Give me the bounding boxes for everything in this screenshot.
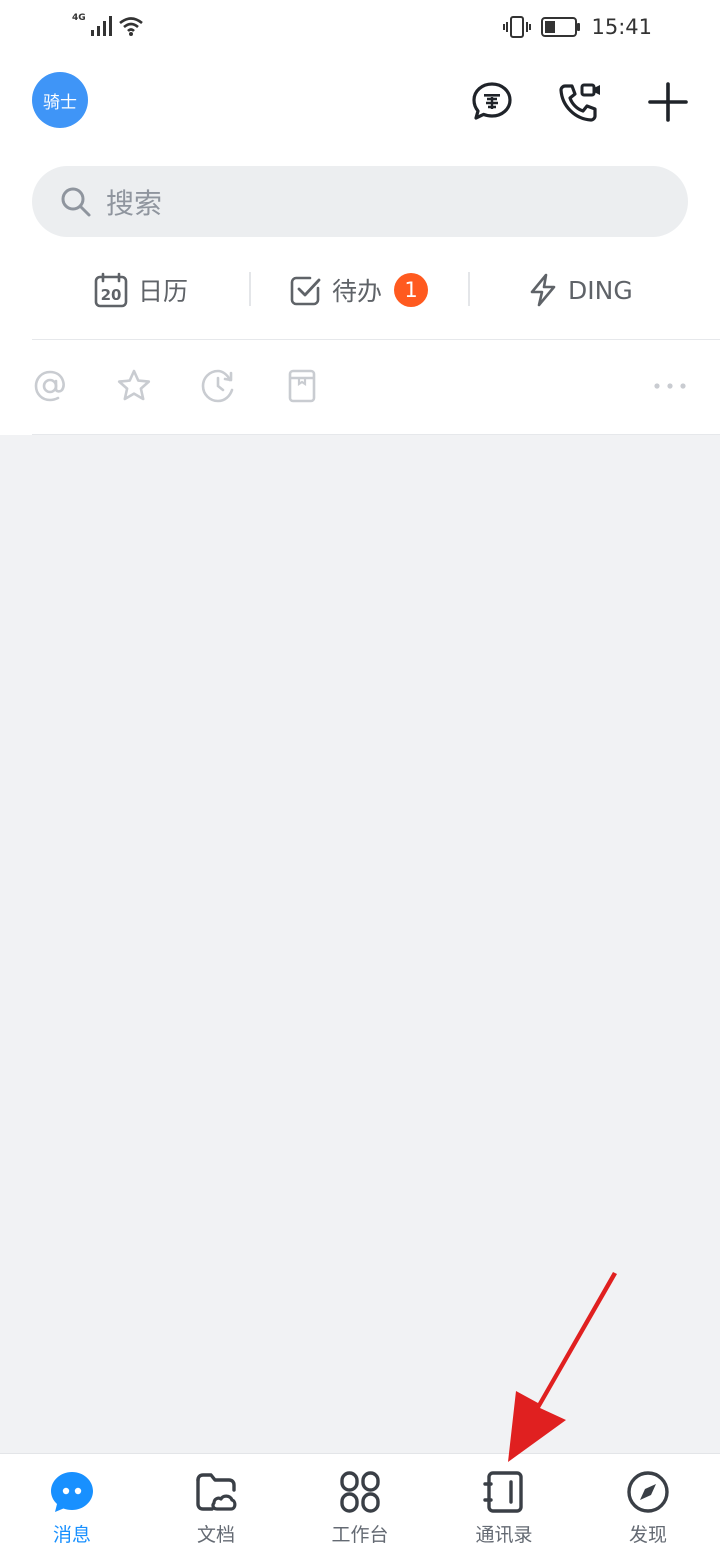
separator: [32, 434, 720, 435]
tab-workbench-label: 工作台: [331, 1524, 389, 1546]
divider: [249, 272, 251, 306]
clock-icon[interactable]: [200, 368, 236, 404]
status-left: 4G: [72, 12, 144, 40]
more-icon[interactable]: [652, 368, 688, 404]
network-type: 4G: [72, 13, 86, 23]
tab-workbench[interactable]: 工作台: [288, 1454, 432, 1561]
vibrate-icon: [503, 16, 532, 38]
calendar-icon: 20: [94, 272, 128, 308]
todo-label: 待办: [332, 277, 383, 306]
tab-docs[interactable]: 文档: [144, 1454, 288, 1561]
calendar-date: 20: [101, 286, 122, 304]
calendar-label: 日历: [138, 277, 189, 306]
tab-messages-label: 消息: [52, 1524, 91, 1546]
secret-chat-icon[interactable]: [468, 78, 516, 126]
signal-icon: [90, 16, 112, 36]
star-icon[interactable]: [116, 368, 152, 404]
calendar-button[interactable]: 20 日历: [94, 258, 188, 322]
ding-button[interactable]: DING: [528, 258, 633, 322]
video-call-icon[interactable]: [556, 78, 604, 126]
compass-icon: [626, 1470, 670, 1514]
separator: [32, 339, 720, 340]
at-icon[interactable]: [32, 368, 68, 404]
tab-discover-label: 发现: [628, 1524, 667, 1546]
status-bar: 4G 15:41: [0, 0, 720, 56]
battery-icon: [541, 17, 581, 37]
message-filters: [32, 342, 688, 434]
checkbox-icon: [290, 276, 321, 306]
todo-button[interactable]: 待办 1: [290, 258, 429, 322]
search-icon: [61, 187, 91, 216]
search-placeholder: 搜索: [106, 186, 163, 220]
tab-docs-label: 文档: [196, 1524, 235, 1546]
tab-discover[interactable]: 发现: [576, 1454, 720, 1561]
search-input[interactable]: 搜索: [32, 166, 688, 237]
contacts-icon: [482, 1470, 526, 1514]
bottom-tab-bar: 消息 文档 工作台 通讯录 发现: [0, 1453, 720, 1561]
status-time: 15:41: [591, 15, 652, 39]
status-right: 15:41: [503, 12, 652, 42]
divider: [468, 272, 470, 306]
top-area: 4G 15:41 骑士 搜索 20 日历 待办 1 DING: [0, 0, 720, 435]
wifi-icon: [118, 17, 143, 36]
tab-contacts[interactable]: 通讯录: [432, 1454, 576, 1561]
workbench-icon: [338, 1470, 382, 1514]
ding-label: DING: [568, 275, 633, 305]
tab-contacts-label: 通讯录: [475, 1524, 533, 1546]
folder-cloud-icon: [194, 1470, 238, 1514]
message-icon: [50, 1470, 94, 1514]
plus-icon[interactable]: [644, 78, 692, 126]
tab-messages[interactable]: 消息: [0, 1454, 144, 1561]
bookmark-icon[interactable]: [284, 368, 320, 404]
quick-actions: 20 日历 待办 1 DING: [32, 258, 688, 322]
lightning-icon: [530, 273, 556, 307]
todo-count-badge: 1: [394, 273, 429, 307]
avatar[interactable]: 骑士: [32, 72, 88, 128]
